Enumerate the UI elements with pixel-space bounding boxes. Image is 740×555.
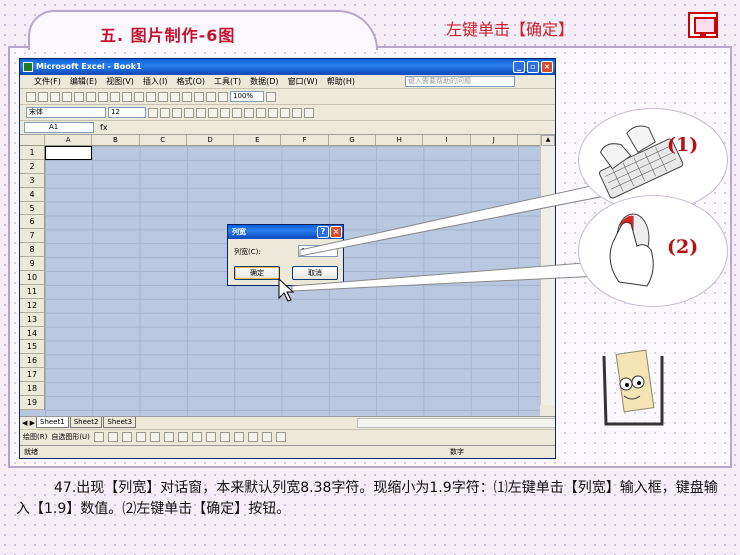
callout-number-2: (2) <box>667 236 699 258</box>
step-caption: 47.出现【列宽】对话窗，本来默认列宽8.38字符。现缩小为1.9字符：⑴左键单… <box>16 480 718 517</box>
mascot-illustration <box>602 349 664 426</box>
callout-line-mouse <box>291 261 601 292</box>
mouse-bubble <box>578 195 728 307</box>
callout-number-1: (1) <box>667 134 699 156</box>
mouse-cursor-icon <box>278 277 295 302</box>
callout-line-keyboard <box>299 183 611 257</box>
mouse-hand-icon <box>609 213 654 287</box>
